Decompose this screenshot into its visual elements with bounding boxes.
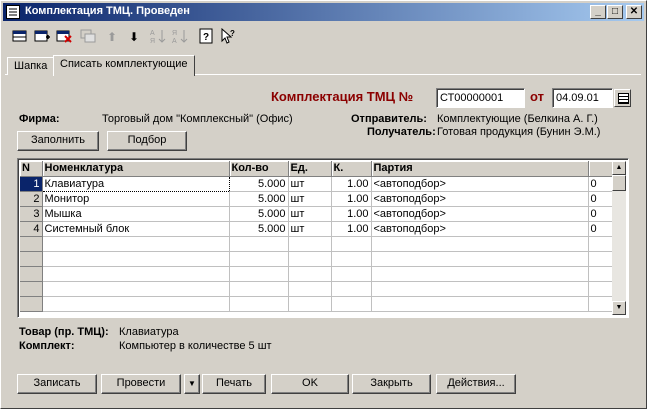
cell-unit[interactable]: шт	[288, 176, 332, 192]
cell-quantity[interactable]: 5.000	[229, 176, 289, 192]
table-row[interactable]: 4 Системный блок 5.000 шт 1.00 <автоподб…	[20, 221, 617, 237]
move-up-icon[interactable]: ⬆	[103, 28, 121, 46]
cell-unit[interactable]: шт	[288, 191, 332, 207]
column-header-batch[interactable]: Партия	[371, 161, 589, 177]
document-date-field[interactable]: 04.09.01	[552, 88, 613, 108]
table-row[interactable]: 3 Мышка 5.000 шт 1.00 <автоподбор> 0	[20, 206, 617, 222]
column-header-nomenclature[interactable]: Номенклатура	[42, 161, 230, 177]
row-number: 2	[20, 191, 43, 207]
maximize-button[interactable]: □	[607, 5, 623, 19]
svg-text:?: ?	[230, 29, 235, 38]
cell-nomenclature[interactable]: Мышка	[42, 206, 230, 222]
close-button[interactable]: Закрыть	[352, 374, 431, 394]
window-title: Комплектация ТМЦ. Проведен	[25, 5, 190, 17]
tab-header[interactable]: Шапка	[7, 57, 55, 75]
empty-row[interactable]	[20, 236, 617, 252]
calendar-icon[interactable]	[614, 89, 631, 107]
scroll-down-icon[interactable]: ▼	[612, 301, 626, 315]
cell-batch[interactable]: <автоподбор>	[371, 206, 589, 222]
tab-write-off-components[interactable]: Списать комплектующие	[53, 55, 195, 76]
cell-nomenclature[interactable]: Монитор	[42, 191, 230, 207]
add-row-icon[interactable]	[33, 28, 51, 46]
components-table[interactable]: N Номенклатура Кол-во Ед. К. Партия 1 Кл…	[17, 158, 629, 318]
print-button[interactable]: Печать	[202, 374, 266, 394]
row-number: 1	[20, 176, 43, 192]
row-number: 3	[20, 206, 43, 222]
document-icon	[6, 5, 20, 19]
delete-row-icon[interactable]	[55, 28, 73, 46]
table-header-row: N Номенклатура Кол-во Ед. К. Партия	[20, 161, 617, 177]
cell-batch[interactable]: <автоподбор>	[371, 221, 589, 237]
scroll-thumb[interactable]	[612, 175, 626, 191]
empty-row[interactable]	[20, 251, 617, 267]
table-scrollbar[interactable]: ▲ ▼	[612, 161, 626, 315]
column-header-n[interactable]: N	[20, 161, 43, 177]
date-label: от	[530, 89, 544, 104]
cell-nomenclature[interactable]: Клавиатура	[41, 175, 230, 192]
item-value: Клавиатура	[119, 326, 179, 338]
sender-value: Комплектующие (Белкина А. Г.)	[437, 113, 598, 125]
cell-nomenclature[interactable]: Системный блок	[42, 221, 230, 237]
sort-asc-icon[interactable]: AЯ	[149, 28, 167, 46]
set-label: Комплект:	[19, 340, 75, 352]
empty-row[interactable]	[20, 266, 617, 282]
post-button[interactable]: Провести	[101, 374, 181, 394]
move-down-icon[interactable]: ⬇	[125, 28, 143, 46]
svg-text:?: ?	[203, 32, 209, 43]
cell-quantity[interactable]: 5.000	[229, 206, 289, 222]
title-bar[interactable]: Комплектация ТМЦ. Проведен _ □ ✕	[3, 3, 644, 21]
firm-label: Фирма:	[19, 113, 60, 125]
svg-text:Я: Я	[172, 30, 177, 37]
save-button[interactable]: Записать	[17, 374, 97, 394]
row-number: 4	[20, 221, 43, 237]
table-row[interactable]: 2 Монитор 5.000 шт 1.00 <автоподбор> 0	[20, 191, 617, 207]
item-label: Товар (пр. ТМЦ):	[19, 326, 109, 338]
table-row[interactable]: 1 Клавиатура 5.000 шт 1.00 <автоподбор> …	[20, 175, 617, 192]
cell-batch[interactable]: <автоподбор>	[371, 176, 589, 192]
document-title-label: Комплектация ТМЦ №	[271, 89, 414, 104]
sender-label: Отправитель:	[351, 113, 427, 125]
firm-value: Торговый дом "Комплексный" (Офис)	[102, 113, 293, 125]
cell-coefficient[interactable]: 1.00	[331, 221, 372, 237]
cell-coefficient[interactable]: 1.00	[331, 206, 372, 222]
empty-row[interactable]	[20, 281, 617, 297]
close-window-button[interactable]: ✕	[626, 5, 642, 19]
cell-coefficient[interactable]: 1.00	[331, 191, 372, 207]
help-icon[interactable]: ?	[197, 28, 215, 46]
set-value: Компьютер в количестве 5 шт	[119, 340, 272, 352]
cell-unit[interactable]: шт	[288, 221, 332, 237]
svg-text:Я: Я	[150, 38, 155, 44]
sort-desc-icon[interactable]: ЯA	[171, 28, 189, 46]
empty-row[interactable]	[20, 296, 617, 312]
receiver-label: Получатель:	[367, 126, 436, 138]
copy-row-icon[interactable]	[79, 28, 97, 46]
select-button[interactable]: Подбор	[107, 131, 187, 151]
new-row-icon[interactable]	[11, 28, 29, 46]
cell-batch[interactable]: <автоподбор>	[371, 191, 589, 207]
column-header-quantity[interactable]: Кол-во	[229, 161, 289, 177]
post-dropdown-icon[interactable]: ▼	[184, 374, 200, 394]
cell-quantity[interactable]: 5.000	[229, 191, 289, 207]
document-window: Комплектация ТМЦ. Проведен _ □ ✕ ⬆ ⬇ AЯ …	[0, 0, 647, 409]
receiver-value: Готовая продукция (Бунин Э.М.)	[437, 126, 601, 138]
document-number-field[interactable]: СТ00000001	[436, 88, 525, 108]
context-help-icon[interactable]: ?	[219, 27, 237, 46]
column-header-coefficient[interactable]: К.	[331, 161, 372, 177]
fill-button[interactable]: Заполнить	[17, 131, 99, 151]
cell-unit[interactable]: шт	[288, 206, 332, 222]
ok-button[interactable]: OK	[271, 374, 349, 394]
cell-coefficient[interactable]: 1.00	[331, 176, 372, 192]
minimize-button[interactable]: _	[590, 5, 606, 19]
column-header-unit[interactable]: Ед.	[288, 161, 332, 177]
cell-quantity[interactable]: 5.000	[229, 221, 289, 237]
actions-button[interactable]: Действия...	[436, 374, 516, 394]
scroll-up-icon[interactable]: ▲	[612, 161, 626, 175]
svg-text:A: A	[150, 30, 155, 37]
table-toolbar: ⬆ ⬇ AЯ ЯA ? ?	[5, 25, 645, 51]
svg-text:A: A	[172, 38, 177, 44]
